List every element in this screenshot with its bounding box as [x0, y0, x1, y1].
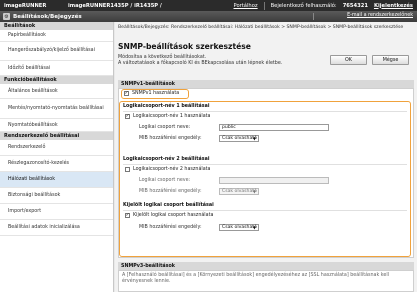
- checkmark-icon[interactable]: ✓: [125, 114, 130, 119]
- group1-name-label: Logikai csoport neve:: [139, 125, 191, 130]
- snmpv1-checkbox-row[interactable]: ✓ SNMPv1 használata: [124, 91, 179, 96]
- group2-title: Logikaicsoport-név 2 beállításai: [123, 157, 210, 162]
- snmpv3-note: A [Felhasználó beállításai] és a [Környe…: [122, 273, 390, 284]
- sidebar-item-security[interactable]: Biztonsági beállítások: [0, 188, 113, 204]
- ok-button[interactable]: OK: [330, 55, 367, 65]
- dropdown-arrow-icon: ▼: [252, 136, 256, 141]
- top-bar: imageRUNNER imageRUNNER1435P / iR1435P /…: [0, 0, 417, 11]
- group2-checkbox-row[interactable]: Logikaicsoport-név 2 használata: [125, 167, 211, 172]
- sidebar-item-import-export[interactable]: Import/export: [0, 204, 113, 220]
- checkmark-icon[interactable]: ✓: [124, 91, 129, 96]
- description: Módosítsa a következő beállításokat. A v…: [118, 55, 282, 67]
- sidebar-header-admin: Rendszerkezelő beállításai: [0, 132, 113, 140]
- group2-mib-select[interactable]: Csak olvasható ▼: [219, 188, 259, 195]
- group1-mib-select[interactable]: Csak olvasható ▼: [219, 135, 259, 142]
- group3-checkbox-row[interactable]: ✓ Kijelölt logikai csoport használata: [125, 213, 213, 218]
- sidebar-item-printer[interactable]: Nyomtatóbeállítások: [0, 119, 113, 132]
- main-content: Beállítások/Bejegyzés: Rendszerkezelő be…: [115, 22, 417, 292]
- group1-mib-value: Csak olvasható: [222, 136, 257, 141]
- cancel-button[interactable]: Mégse: [372, 55, 409, 65]
- divider: [123, 111, 407, 112]
- title-bar: ⚙ Beállítások/Bejegyzés E-mail a rendsze…: [0, 11, 417, 22]
- group2-name-input[interactable]: [219, 177, 329, 184]
- portal-link[interactable]: Portálhoz: [234, 3, 258, 9]
- divider: [123, 210, 407, 211]
- settings-icon: ⚙: [3, 13, 10, 20]
- brand-label: imageRUNNER: [4, 2, 47, 9]
- breadcrumb: Beállítások/Bejegyzés: Rendszerkezelő be…: [118, 25, 404, 30]
- divider: [313, 13, 314, 20]
- sidebar-item-initialize[interactable]: Beállítási adatok inicializálása: [0, 220, 113, 236]
- dropdown-arrow-icon: ▼: [252, 189, 256, 194]
- logout-link[interactable]: Kijelentkezés: [374, 3, 413, 9]
- sidebar-item-network[interactable]: Hálózati beállítások: [0, 172, 113, 188]
- group3-title: Kijelölt logikai csoport beállításai: [123, 203, 214, 208]
- group2-mib-label: MIB hozzáférési engedély:: [139, 189, 202, 194]
- group1-mib-label: MIB hozzáférési engedély:: [139, 136, 202, 141]
- snmpv1-label: SNMPv1 használata: [132, 91, 180, 96]
- group3-checkbox-label: Kijelölt logikai csoport használata: [133, 213, 214, 218]
- sidebar-item-general[interactable]: Általános beállítások: [0, 84, 113, 99]
- group3-mib-value: Csak olvasható: [222, 225, 257, 230]
- group2-checkbox-label: Logikaicsoport-név 2 használata: [133, 167, 211, 172]
- dropdown-arrow-icon: ▼: [252, 225, 256, 230]
- group3-mib-select[interactable]: Csak olvasható ▼: [219, 224, 259, 231]
- sidebar-item-department-id[interactable]: Részlegazonosító-kezelés: [0, 156, 113, 172]
- top-bar-right: Portálhoz Bejelentkező felhasználó: 7654…: [234, 0, 413, 11]
- sidebar-item-admin[interactable]: Rendszerkezelő: [0, 140, 113, 156]
- group1-checkbox-row[interactable]: ✓ Logikaicsoport-név 1 használata: [125, 114, 211, 119]
- sidebar: Beállítások Papírbeállítások Hangerőszab…: [0, 22, 114, 292]
- sidebar-item-timer[interactable]: Időzítő beállításai: [0, 61, 113, 76]
- sidebar-header-settings: Beállítások: [0, 22, 113, 30]
- email-admin-link[interactable]: E-mail a rendszerkezelőnek: [347, 13, 413, 18]
- sidebar-item-store-print[interactable]: Mentés/nyomtató-nyomtatás beállításai: [0, 99, 113, 119]
- sidebar-item-paper[interactable]: Papírbeállítások: [0, 30, 113, 42]
- group1-title: Logikaicsoport-név 1 beállításai: [123, 104, 210, 109]
- login-label: Bejelentkező felhasználó:: [270, 2, 337, 9]
- group1-checkbox-label: Logikaicsoport-név 1 használata: [133, 114, 211, 119]
- login-user: 7654321: [342, 2, 368, 9]
- description-line: A változtatások a főkapcsoló KI és BEkap…: [118, 61, 283, 66]
- snmpv3-section-header: SNMPv3-beállítások: [118, 262, 414, 270]
- checkmark-icon[interactable]: ✓: [125, 213, 130, 218]
- page-section-title: Beállítások/Bejegyzés: [13, 13, 82, 20]
- divider: [263, 1, 265, 10]
- group2-mib-value: Csak olvasható: [222, 189, 257, 194]
- divider: [123, 164, 407, 165]
- checkbox-empty-icon[interactable]: [125, 167, 130, 172]
- group3-mib-label: MIB hozzáférési engedély:: [139, 225, 202, 230]
- page-title: SNMP-beállítások szerkesztése: [118, 42, 251, 51]
- group2-name-label: Logikai csoport neve:: [139, 178, 191, 183]
- model-label: imageRUNNER1435P / iR1435P /: [68, 2, 162, 9]
- sidebar-item-volume-display[interactable]: Hangerőszabályzó/kijelző beállításai: [0, 42, 113, 61]
- snmpv1-section-header: SNMPv1-beállítások: [118, 80, 414, 88]
- sidebar-header-function: Funkcióbeállítások: [0, 76, 113, 84]
- group1-name-input[interactable]: public: [219, 124, 329, 131]
